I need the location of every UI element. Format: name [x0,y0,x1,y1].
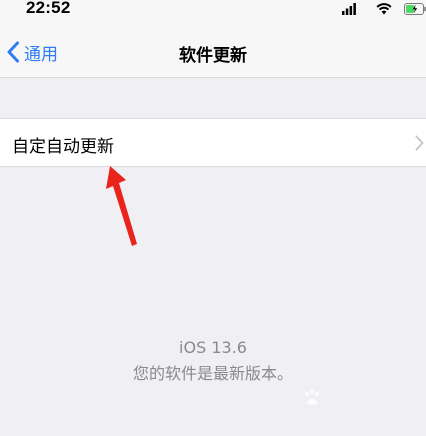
page-title: 软件更新 [179,46,247,66]
row-label: 自定自动更新 [12,137,114,157]
status-bar: 22:52 [0,0,426,22]
up-to-date-message: 您的软件是最新版本。 [132,364,293,383]
red-arrow-annotation-icon [106,166,137,246]
navigation-bar: 通用 软件更新 [0,30,426,74]
customize-auto-update-row[interactable]: 自定自动更新 [0,118,426,167]
software-update-screen: 22:52 通用 软件更新 自定自动更新 iOS 13.6 您的软件是最新版本。 [0,0,426,436]
signal-icon [342,3,356,15]
paw-icon [305,388,319,405]
wifi-icon [376,3,392,15]
top-bar: 22:52 通用 软件更新 [0,0,426,78]
chevron-right-icon [415,135,424,151]
baidu-jingyan-watermark [300,384,426,414]
battery-icon [404,3,426,15]
ios-version-label: iOS 13.6 [179,338,247,357]
status-time: 22:52 [26,0,71,17]
